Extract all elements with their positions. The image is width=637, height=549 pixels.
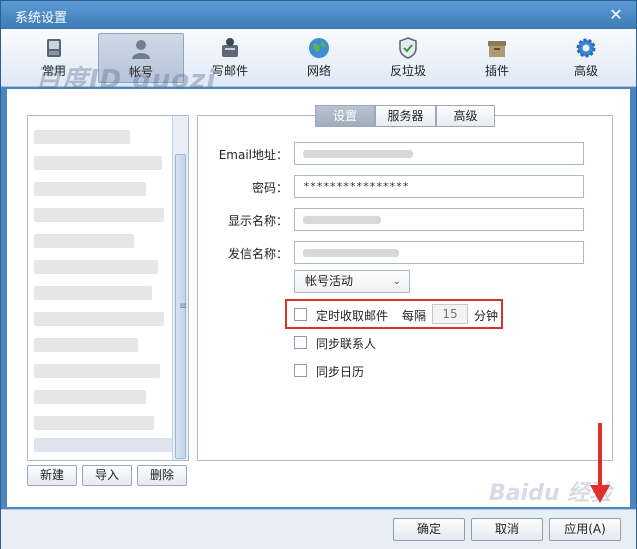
box-icon bbox=[488, 41, 506, 57]
chevron-down-icon: ⌄ bbox=[392, 276, 401, 287]
toolbar-item-account[interactable]: 帐号 bbox=[98, 33, 184, 83]
tab-server[interactable]: 服务器 bbox=[375, 105, 436, 127]
interval-input[interactable]: 15 bbox=[432, 304, 468, 324]
toolbar-label-antispam: 反垃圾 bbox=[389, 64, 426, 78]
close-button[interactable]: ✕ bbox=[606, 5, 626, 25]
toolbar-item-antispam[interactable]: 反垃圾 bbox=[365, 33, 451, 83]
toolbar-item-plugins[interactable]: 插件 bbox=[454, 33, 540, 83]
annotation-arrow-shaft bbox=[598, 423, 602, 487]
tab-advanced[interactable]: 高级 bbox=[436, 105, 495, 127]
category-toolbar: 常用 帐号 写邮件 网络 反垃圾 插件 高级 百度ID guozi bbox=[1, 29, 636, 95]
globe-icon bbox=[309, 38, 329, 58]
toolbar-label-general: 常用 bbox=[41, 64, 66, 78]
gear-icon bbox=[576, 38, 596, 58]
sync-calendar-label: 同步日历 bbox=[316, 365, 365, 379]
client-area: ≡ 新建 导入 删除 Email地址： 密码： ****************… bbox=[7, 89, 630, 507]
delete-account-button[interactable]: 删除 bbox=[137, 465, 187, 486]
apply-button[interactable]: 应用(A) bbox=[549, 518, 621, 541]
ok-button[interactable]: 确定 bbox=[393, 518, 465, 541]
toolbar-item-network[interactable]: 网络 bbox=[276, 33, 362, 83]
list-item[interactable] bbox=[34, 286, 152, 300]
new-account-button[interactable]: 新建 bbox=[27, 465, 77, 486]
sync-contacts-checkbox[interactable] bbox=[294, 336, 307, 349]
settings-window: 系统设置 ✕ 常用 帐号 写邮件 网络 反垃圾 插件 高级 百度ID guozi… bbox=[0, 0, 637, 549]
list-item[interactable] bbox=[34, 416, 154, 430]
list-item[interactable] bbox=[34, 364, 160, 378]
toolbar-item-compose[interactable]: 写邮件 bbox=[187, 33, 273, 83]
toolbar-item-advanced[interactable]: 高级 bbox=[543, 33, 629, 83]
sender-name-label: 发信名称： bbox=[227, 247, 288, 261]
auto-receive-label: 定时收取邮件 bbox=[316, 309, 389, 323]
sync-contacts-label: 同步联系人 bbox=[316, 337, 377, 351]
compose-icon bbox=[222, 38, 238, 57]
list-item[interactable] bbox=[34, 260, 158, 274]
toolbar-label-advanced: 高级 bbox=[573, 64, 598, 78]
toolbar-label-compose: 写邮件 bbox=[211, 64, 248, 78]
password-label: 密码： bbox=[251, 181, 288, 195]
sender-name-field[interactable] bbox=[294, 241, 584, 264]
every-label: 每隔 bbox=[402, 309, 427, 323]
auto-receive-checkbox[interactable] bbox=[294, 308, 307, 321]
annotation-arrow-icon bbox=[590, 485, 610, 503]
display-name-label: 显示名称： bbox=[227, 214, 288, 228]
account-list[interactable]: ≡ bbox=[27, 115, 189, 461]
account-activity-select[interactable]: 帐号活动 ⌄ bbox=[294, 270, 410, 293]
toolbar-item-general[interactable]: 常用 bbox=[11, 33, 97, 83]
list-item[interactable] bbox=[34, 438, 174, 452]
password-field[interactable]: **************** bbox=[294, 175, 584, 198]
list-item[interactable] bbox=[34, 130, 130, 144]
window-title: 系统设置 bbox=[15, 11, 68, 26]
list-item[interactable] bbox=[34, 312, 164, 326]
grip-icon: ≡ bbox=[179, 301, 188, 312]
toolbar-label-plugins: 插件 bbox=[484, 64, 509, 78]
import-account-button[interactable]: 导入 bbox=[82, 465, 132, 486]
account-icon bbox=[132, 40, 150, 59]
minutes-label: 分钟 bbox=[474, 309, 499, 323]
email-label: Email地址： bbox=[218, 148, 288, 162]
display-name-field[interactable] bbox=[294, 208, 584, 231]
dialog-footer: 确定 取消 应用(A) bbox=[1, 509, 636, 549]
scrollbar-thumb[interactable]: ≡ bbox=[175, 154, 188, 459]
email-field[interactable] bbox=[294, 142, 584, 165]
tab-settings[interactable]: 设置 bbox=[315, 105, 375, 127]
phone-icon bbox=[47, 39, 61, 57]
list-scrollbar[interactable]: ≡ bbox=[172, 116, 188, 460]
list-item[interactable] bbox=[34, 338, 138, 352]
account-settings-panel: Email地址： 密码： **************** 显示名称： 发信名称… bbox=[197, 115, 613, 461]
title-bar: 系统设置 ✕ bbox=[1, 1, 636, 29]
shield-icon bbox=[399, 37, 417, 59]
list-item[interactable] bbox=[34, 182, 146, 196]
list-item[interactable] bbox=[34, 390, 146, 404]
cancel-button[interactable]: 取消 bbox=[471, 518, 543, 541]
toolbar-label-account: 帐号 bbox=[128, 65, 153, 79]
list-item[interactable] bbox=[34, 208, 164, 222]
toolbar-label-network: 网络 bbox=[306, 64, 331, 78]
list-item[interactable] bbox=[34, 234, 134, 248]
sync-calendar-checkbox[interactable] bbox=[294, 364, 307, 377]
account-activity-value: 帐号活动 bbox=[305, 274, 354, 288]
list-item[interactable] bbox=[34, 156, 162, 170]
